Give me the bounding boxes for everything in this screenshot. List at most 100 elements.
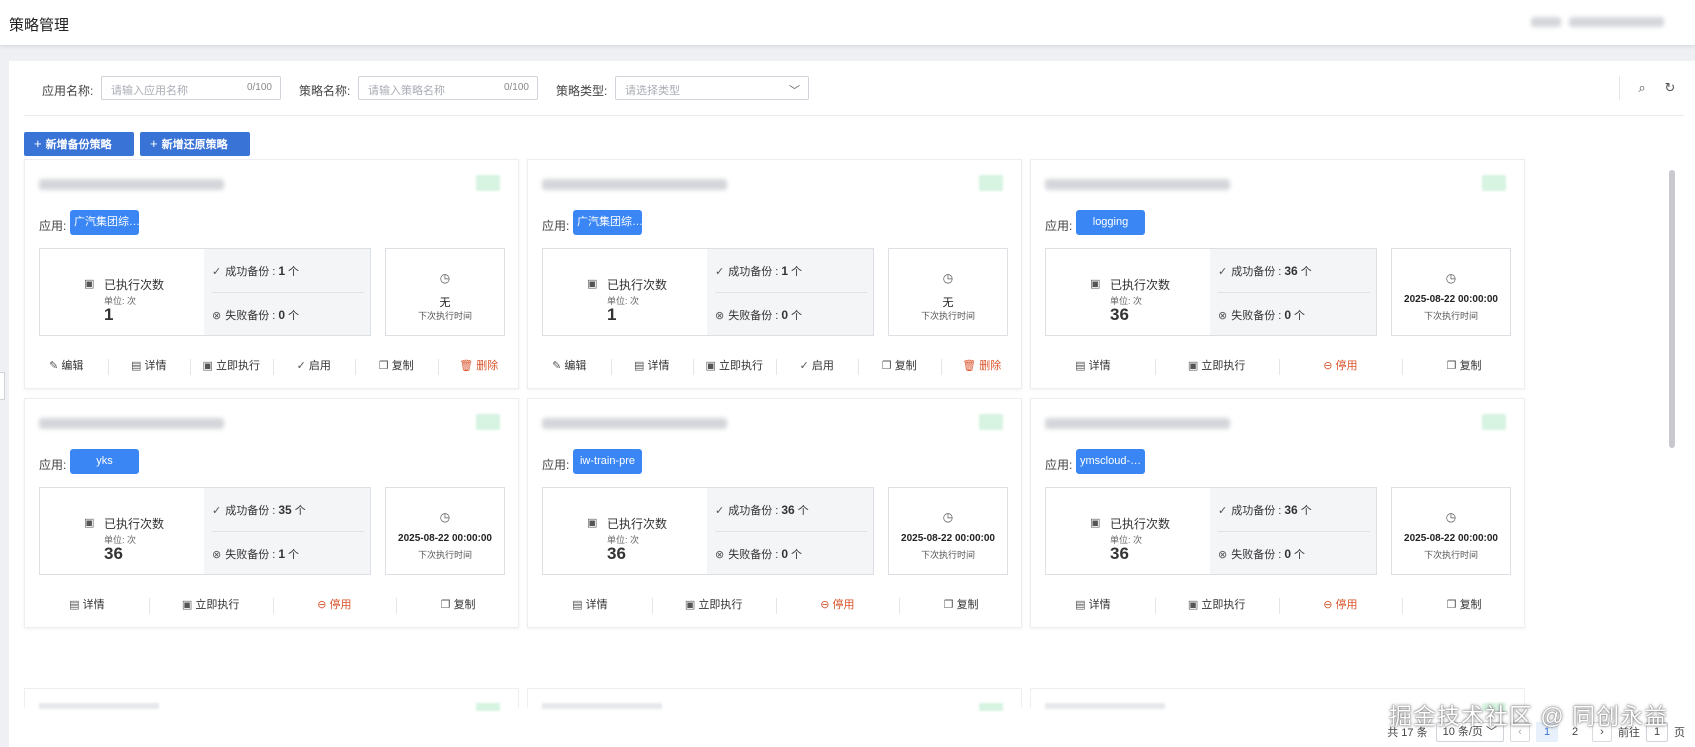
app-tag[interactable]: 广汽集团综… [573,210,642,235]
chevron-down-icon: ﹀ [789,85,800,97]
app-tag[interactable]: yks [70,449,139,474]
app-tag[interactable]: ymscloud-… [1076,449,1145,474]
check-circle-icon: ✓ [715,505,725,517]
policy-name-counter: 0/100 [503,82,529,93]
success-label: 成功备份 : [225,266,276,278]
close-circle-icon: ⊗ [1218,549,1228,561]
app-prefix-label: 应用: [39,219,67,233]
count-unit: 个 [288,266,300,278]
stat-divider [212,292,364,293]
next-run-caption: 下次执行时间 [920,311,975,321]
app-prefix-label: 应用: [542,219,570,233]
exec-count-panel: ▣ 已执行次数 单位: 次 36 [40,488,204,574]
exec-count-value: 1 [104,305,114,324]
clock-icon: ◷ [439,271,451,285]
detail-action[interactable]: ▤ 详情 [610,357,694,375]
app-tag[interactable]: iw-train-pre [573,449,642,474]
copy-action[interactable]: ❐ 复制 [899,596,1023,614]
policy-card[interactable]: 应用: ymscloud-… ▣ 已执行次数 单位: 次 36 ✓ 成功备份 :36 个 ⊗ 失败备… [1030,398,1525,628]
execute-action[interactable]: ▣ 立即执行 [693,357,776,375]
execute-action[interactable]: ▣ 立即执行 [651,596,776,614]
copy-action[interactable]: ❐ 复制 [1402,596,1526,614]
next-run-time: 2025-08-22 00:00:00 [398,533,492,544]
action-label: 详情 [647,360,670,372]
status-badge [979,175,1003,191]
success-label: 成功备份 : [728,505,779,517]
action-label: 删除 [979,360,1002,372]
refresh-icon[interactable]: ↻ [1660,78,1680,98]
action-label: 复制 [956,599,979,611]
top-bar: 策略管理 [0,0,1695,46]
policy-name-blurred [39,179,224,190]
count-unit: 个 [288,310,300,322]
fail-count: 0 [781,308,789,322]
edit-action[interactable]: ✎ 编辑 [25,357,108,373]
user-info[interactable] [1531,14,1681,30]
delete-icon: 🗑 [459,360,474,372]
disable-action[interactable]: ⊖ 停用 [1278,596,1403,614]
fail-backup-line: ⊗ 失败备份 :0个 [212,307,299,323]
policy-card-partial[interactable] [527,688,1022,711]
stat-divider [1218,292,1370,293]
policy-card[interactable]: 应用: yks ▣ 已执行次数 单位: 次 36 ✓ 成功备份 :35 个 ⊗ 失败备份 :1 个 ◷ 2… [24,398,519,628]
close-circle-icon: ⊗ [715,310,725,322]
delete-action[interactable]: 🗑 删除 [437,357,521,375]
enable-icon: ✓ [799,360,809,372]
action-label: 详情 [585,599,608,611]
policy-card-partial[interactable] [24,688,519,711]
backup-result-panel: ✓ 成功备份 :36 个 ⊗ 失败备份 :0个 [1210,488,1376,574]
execute-action[interactable]: ▣ 立即执行 [148,596,273,614]
add-backup-policy-button[interactable]: + 新增备份策略 [24,132,134,156]
next-run-time: 无 [942,297,954,309]
copy-action[interactable]: ❐ 复制 [1402,357,1526,375]
exec-count-title: 已执行次数 [1110,517,1171,531]
detail-action[interactable]: ▤ 详情 [1031,596,1155,612]
execute-action[interactable]: ▣ 立即执行 [190,357,273,375]
app-name-placeholder: 请输入应用名称 [111,85,188,97]
success-label: 成功备份 : [1231,266,1282,278]
next-run-time: 无 [439,297,451,309]
policy-card[interactable]: 应用: logging ▣ 已执行次数 单位: 次 36 ✓ 成功备份 :36 个 ⊗ 失败备份 :… [1030,159,1525,389]
enable-action[interactable]: ✓ 启用 [775,357,859,375]
fail-backup-line: ⊗ 失败备份 :0个 [1218,546,1305,562]
detail-action[interactable]: ▤ 详情 [1031,357,1155,373]
app-tag[interactable]: logging [1076,210,1145,235]
app-tag[interactable]: 广汽集团综… [70,210,139,235]
edit-icon: ✎ [49,360,59,372]
add-restore-policy-button[interactable]: + 新增还原策略 [140,132,250,156]
policy-type-select[interactable]: 请选择类型 ﹀ [615,76,809,100]
disable-action[interactable]: ⊖ 停用 [775,596,900,614]
edit-action[interactable]: ✎ 编辑 [528,357,611,373]
copy-action[interactable]: ❐ 复制 [858,357,941,375]
execute-action[interactable]: ▣ 立即执行 [1154,596,1279,614]
policy-name-input[interactable]: 请输入策略名称 0/100 [358,76,538,100]
next-run-caption: 下次执行时间 [417,550,472,560]
execution-icon: ▣ [1090,278,1101,290]
vertical-scrollbar[interactable] [1669,170,1675,448]
disable-action[interactable]: ⊖ 停用 [272,596,397,614]
detail-action[interactable]: ▤ 详情 [107,357,191,375]
enable-action[interactable]: ✓ 启用 [272,357,356,375]
delete-action[interactable]: 🗑 删除 [940,357,1024,375]
count-unit: 个 [288,549,300,561]
copy-icon: ❐ [378,360,389,372]
app-name-input[interactable]: 请输入应用名称 0/100 [101,76,281,100]
policy-card[interactable]: 应用: iw-train-pre ▣ 已执行次数 单位: 次 36 ✓ 成功备份 :36 个 ⊗ 失… [527,398,1022,628]
copy-action[interactable]: ❐ 复制 [355,357,438,375]
action-label: 复制 [453,599,476,611]
action-label: 详情 [1088,360,1111,372]
detail-action[interactable]: ▤ 详情 [25,596,149,612]
policy-card[interactable]: 应用: 广汽集团综… ▣ 已执行次数 单位: 次 1 ✓ 成功备份 :1 个 ⊗ 失败备份 :0 个 ◷… [527,159,1022,389]
disable-action[interactable]: ⊖ 停用 [1278,357,1403,375]
policy-type-placeholder: 请选择类型 [625,85,680,97]
search-icon[interactable]: ⌕ [1632,78,1652,98]
detail-action[interactable]: ▤ 详情 [528,596,652,612]
policy-card[interactable]: 应用: 广汽集团综… ▣ 已执行次数 单位: 次 1 ✓ 成功备份 :1 个 ⊗ 失败备份 :0 个 ◷… [24,159,519,389]
sidebar-collapse-handle[interactable] [0,372,5,400]
status-badge [1482,175,1506,191]
exec-count-value: 36 [607,544,626,563]
success-count: 36 [1284,264,1298,278]
execute-action[interactable]: ▣ 立即执行 [1154,357,1279,375]
copy-action[interactable]: ❐ 复制 [396,596,520,614]
check-circle-icon: ✓ [212,505,222,517]
